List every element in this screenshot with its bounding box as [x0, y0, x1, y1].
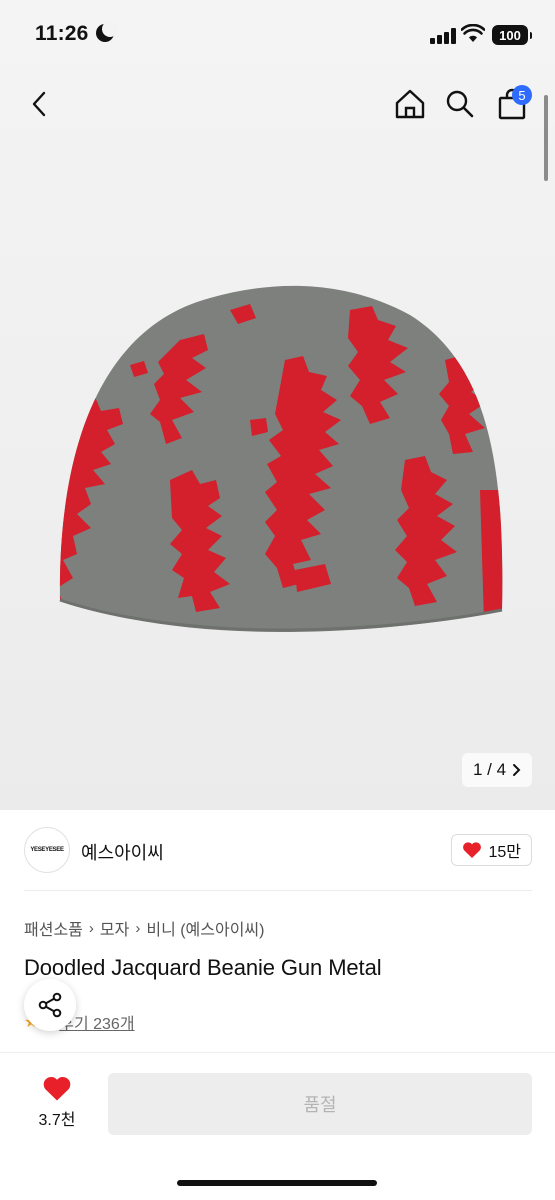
breadcrumb-item[interactable]: 패션소품	[24, 916, 83, 940]
status-time: 11:26	[35, 22, 89, 45]
product-image-beanie[interactable]	[50, 270, 510, 640]
wifi-icon	[461, 24, 485, 42]
divider	[24, 890, 532, 891]
brand-like-button[interactable]: 15만	[451, 834, 532, 866]
heart-icon	[463, 842, 482, 858]
brand-name[interactable]: 예스아이씨	[81, 839, 164, 865]
heart-icon	[43, 1076, 71, 1101]
wishlist-count: 3.7천	[38, 1112, 76, 1129]
moon-icon	[96, 21, 118, 42]
breadcrumb-item[interactable]: 비니 (예스아이씨)	[146, 916, 264, 940]
cart-count-badge: 5	[512, 85, 532, 105]
share-icon	[38, 992, 62, 1018]
wishlist-button[interactable]: 3.7천	[28, 1075, 86, 1130]
home-indicator	[177, 1180, 377, 1186]
home-icon[interactable]	[390, 84, 430, 124]
breadcrumb-item[interactable]: 모자	[100, 916, 129, 940]
status-bar: 11:26 100	[0, 0, 555, 70]
scrollbar[interactable]	[544, 95, 548, 181]
image-counter: 1 / 4	[472, 760, 507, 779]
brand-like-count: 15만	[488, 844, 521, 861]
share-button[interactable]	[24, 979, 76, 1031]
chevron-right-icon	[513, 764, 521, 776]
breadcrumb: 패션소품 › 모자 › 비니 (예스아이씨)	[24, 916, 265, 940]
product-title: Doodled Jacquard Beanie Gun Metal	[24, 955, 382, 980]
brand-row[interactable]: YESEYESEE 예스아이씨 15만	[24, 827, 532, 875]
top-navigation	[0, 78, 555, 134]
bottom-action-bar: 3.7천 품절	[0, 1052, 555, 1200]
image-pagination-button[interactable]: 1 / 4	[462, 753, 532, 787]
chevron-right-icon: ›	[88, 919, 94, 937]
back-icon[interactable]	[20, 84, 60, 124]
sold-out-button[interactable]: 품절	[108, 1073, 532, 1135]
search-icon[interactable]	[440, 84, 480, 124]
cellular-signal-icon	[430, 28, 456, 44]
chevron-right-icon: ›	[135, 919, 141, 937]
brand-logo[interactable]: YESEYESEE	[24, 827, 70, 873]
battery-indicator: 100	[492, 25, 532, 45]
